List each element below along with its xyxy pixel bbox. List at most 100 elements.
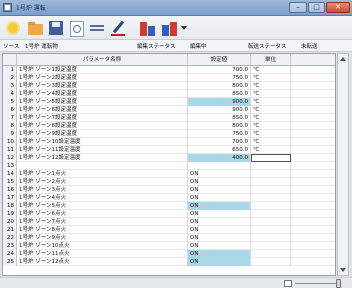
table-row[interactable]: 1 1号炉 ゾーン1設定温度 700.0 ℃ xyxy=(3,66,335,74)
table-row[interactable]: 25 1号炉 ゾーン12点火 ON xyxy=(3,258,335,266)
parameter-name-cell[interactable]: 1号炉 ゾーン11設定温度 xyxy=(17,146,188,154)
table-row[interactable]: 11 1号炉 ゾーン11設定温度 650.0 ℃ xyxy=(3,146,335,154)
setting-value-cell[interactable]: 850.0 xyxy=(188,90,251,98)
parameter-name-cell[interactable]: 1号炉 ゾーン9点火 xyxy=(17,234,188,242)
table-row[interactable]: 10 1号炉 ゾーン10設定温度 700.0 ℃ xyxy=(3,138,335,146)
cell-editor[interactable] xyxy=(251,154,291,162)
setting-value-cell[interactable]: ON xyxy=(188,226,251,234)
table-row[interactable]: 20 1号炉 ゾーン7点火 ON xyxy=(3,218,335,226)
row-number: 7 xyxy=(3,114,17,122)
pen-icon[interactable] xyxy=(109,19,127,37)
parameter-name-cell[interactable]: 1号炉 ゾーン7設定温度 xyxy=(17,114,188,122)
table-row[interactable]: 6 1号炉 ゾーン6設定温度 900.0 ℃ xyxy=(3,106,335,114)
table-row[interactable]: 4 1号炉 ゾーン4設定温度 850.0 ℃ xyxy=(3,90,335,98)
table-row[interactable]: 17 1号炉 ゾーン4点火 ON xyxy=(3,194,335,202)
parameter-name-cell[interactable]: 1号炉 ゾーン4設定温度 xyxy=(17,90,188,98)
setting-value-cell[interactable]: 750.0 xyxy=(188,130,251,138)
table-row[interactable]: 2 1号炉 ゾーン2設定温度 750.0 ℃ xyxy=(3,74,335,82)
header-parameter-name[interactable]: パラメータ名称 xyxy=(17,54,188,66)
table-row[interactable]: 13 xyxy=(3,162,335,170)
parameter-name-cell[interactable]: 1号炉 ゾーン2設定温度 xyxy=(17,74,188,82)
setting-value-cell[interactable]: ON xyxy=(188,202,251,210)
parameter-name-cell[interactable]: 1号炉 ゾーン9設定温度 xyxy=(17,130,188,138)
unit-cell xyxy=(251,194,291,202)
lines-icon[interactable] xyxy=(88,19,106,37)
table-row[interactable]: 16 1号炉 ゾーン3点火 ON xyxy=(3,186,335,194)
setting-value-cell[interactable] xyxy=(188,162,251,170)
setting-value-cell[interactable]: ON xyxy=(188,250,251,258)
setting-value-cell[interactable]: ON xyxy=(188,194,251,202)
setting-value-cell[interactable]: 900.0 xyxy=(188,106,251,114)
close-button[interactable]: ✕ xyxy=(326,2,350,13)
table-row[interactable]: 15 1号炉 ゾーン2点火 ON xyxy=(3,178,335,186)
setting-value-cell[interactable]: 850.0 xyxy=(188,114,251,122)
setting-value-cell[interactable]: 400.0 xyxy=(188,154,251,162)
setting-value-cell[interactable]: ON xyxy=(188,210,251,218)
save-icon[interactable] xyxy=(47,19,65,37)
parameter-name-cell[interactable]: 1号炉 ゾーン6点火 xyxy=(17,210,188,218)
scroll-up-icon[interactable] xyxy=(340,57,346,61)
parameter-name-cell[interactable]: 1号炉 ゾーン10点火 xyxy=(17,242,188,250)
parameter-name-cell[interactable]: 1号炉 ゾーン11点火 xyxy=(17,250,188,258)
setting-value-cell[interactable]: 800.0 xyxy=(188,122,251,130)
setting-value-cell[interactable]: ON xyxy=(188,178,251,186)
maximize-button[interactable]: □ xyxy=(308,2,325,13)
parameter-name-cell[interactable]: 1号炉 ゾーン12点火 xyxy=(17,258,188,266)
table-row[interactable]: 19 1号炉 ゾーン6点火 ON xyxy=(3,210,335,218)
setting-value-cell[interactable]: 800.0 xyxy=(188,82,251,90)
minimize-button[interactable]: – xyxy=(289,2,307,13)
table-row[interactable]: 3 1号炉 ゾーン3設定温度 800.0 ℃ xyxy=(3,82,335,90)
sun-icon[interactable] xyxy=(4,19,22,37)
document-icon[interactable] xyxy=(67,19,85,37)
chevron-down-icon[interactable] xyxy=(181,26,187,30)
parameter-name-cell[interactable]: 1号炉 ゾーン5設定温度 xyxy=(17,98,188,106)
vertical-scrollbar[interactable] xyxy=(337,53,349,276)
transfer-status-value: 未転送 xyxy=(301,44,318,50)
parameter-name-cell[interactable]: 1号炉 ゾーン12設定温度 xyxy=(17,154,188,162)
table-row[interactable]: 23 1号炉 ゾーン10点火 ON xyxy=(3,242,335,250)
setting-value-cell[interactable]: ON xyxy=(188,234,251,242)
bar-chart-alt-icon[interactable] xyxy=(160,19,180,37)
folder-icon[interactable] xyxy=(26,19,44,37)
table-row[interactable]: 5 1号炉 ゾーン5設定温度 900.0 ℃ xyxy=(3,98,335,106)
title-bar: 1号炉 運転 – □ ✕ xyxy=(0,0,352,16)
parameter-name-cell[interactable]: 1号炉 ゾーン1点火 xyxy=(17,170,188,178)
parameter-name-cell[interactable]: 1号炉 ゾーン2点火 xyxy=(17,178,188,186)
parameter-name-cell[interactable]: 1号炉 ゾーン3点火 xyxy=(17,186,188,194)
parameter-name-cell[interactable]: 1号炉 ゾーン7点火 xyxy=(17,218,188,226)
table-row[interactable]: 9 1号炉 ゾーン9設定温度 750.0 ℃ xyxy=(3,130,335,138)
parameter-name-cell[interactable]: 1号炉 ゾーン4点火 xyxy=(17,194,188,202)
parameter-name-cell[interactable]: 1号炉 ゾーン6設定温度 xyxy=(17,106,188,114)
setting-value-cell[interactable]: 650.0 xyxy=(188,146,251,154)
parameter-name-cell[interactable]: 1号炉 ゾーン8点火 xyxy=(17,226,188,234)
setting-value-cell[interactable]: ON xyxy=(188,242,251,250)
header-setting-value[interactable]: 設定値 xyxy=(188,54,251,66)
bar-chart-icon[interactable] xyxy=(138,19,158,37)
parameter-name-cell[interactable] xyxy=(17,162,188,170)
table-row[interactable]: 18 1号炉 ゾーン5点火 ON xyxy=(3,202,335,210)
header-unit[interactable]: 単位 xyxy=(251,54,291,66)
table-row[interactable]: 24 1号炉 ゾーン11点火 ON xyxy=(3,250,335,258)
setting-value-cell[interactable]: 750.0 xyxy=(188,74,251,82)
scroll-down-icon[interactable] xyxy=(340,268,346,272)
parameter-name-cell[interactable]: 1号炉 ゾーン10設定温度 xyxy=(17,138,188,146)
setting-value-cell[interactable]: 700.0 xyxy=(188,138,251,146)
parameter-name-cell[interactable]: 1号炉 ゾーン1設定温度 xyxy=(17,66,188,74)
setting-value-cell[interactable]: ON xyxy=(188,170,251,178)
setting-value-cell[interactable]: 900.0 xyxy=(188,98,251,106)
parameter-name-cell[interactable]: 1号炉 ゾーン3設定温度 xyxy=(17,82,188,90)
setting-value-cell[interactable]: 700.0 xyxy=(188,66,251,74)
parameter-name-cell[interactable]: 1号炉 ゾーン8設定温度 xyxy=(17,122,188,130)
setting-value-cell[interactable]: ON xyxy=(188,218,251,226)
table-row[interactable]: 14 1号炉 ゾーン1点火 ON xyxy=(3,170,335,178)
table-row[interactable]: 7 1号炉 ゾーン7設定温度 850.0 ℃ xyxy=(3,114,335,122)
zoom-slider-thumb[interactable] xyxy=(336,279,341,288)
table-row[interactable]: 22 1号炉 ゾーン9点火 ON xyxy=(3,234,335,242)
zoom-slider-track[interactable] xyxy=(295,283,341,284)
parameter-name-cell[interactable]: 1号炉 ゾーン5点火 xyxy=(17,202,188,210)
table-row[interactable]: 8 1号炉 ゾーン8設定温度 800.0 ℃ xyxy=(3,122,335,130)
table-row[interactable]: 21 1号炉 ゾーン8点火 ON xyxy=(3,226,335,234)
edit-status-value: 編集中 xyxy=(190,44,207,50)
setting-value-cell[interactable]: ON xyxy=(188,186,251,194)
setting-value-cell[interactable]: ON xyxy=(188,258,251,266)
